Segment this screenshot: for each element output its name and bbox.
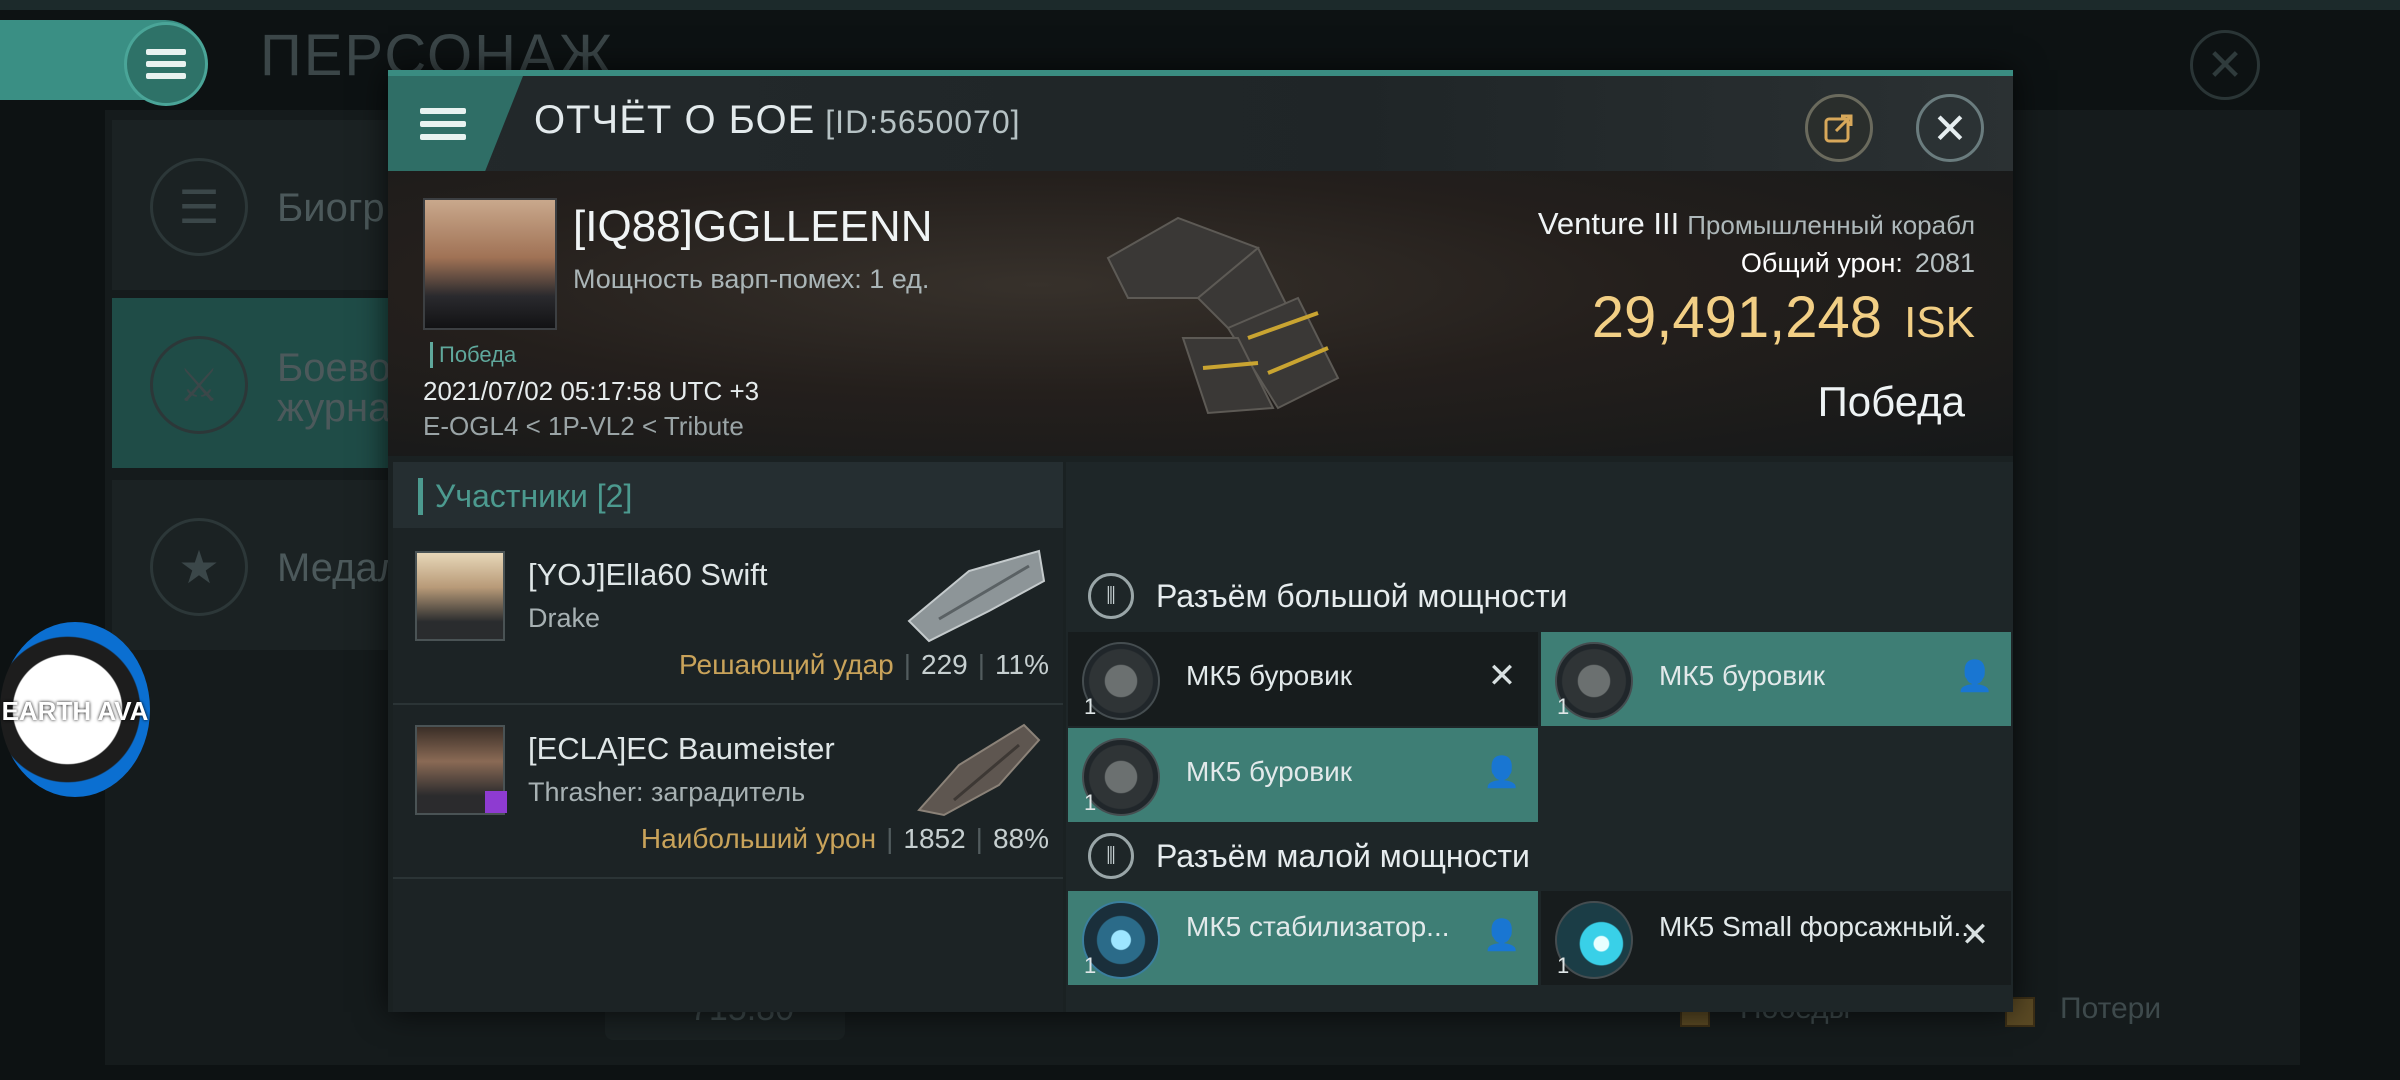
- victim-name[interactable]: [IQ88]GGLLEENN: [573, 202, 932, 252]
- mid-slot-header: ⫼ Разъём малой мощности: [1088, 833, 1530, 879]
- participant-role: Решающий удар: [679, 649, 894, 680]
- hamburger-icon: [146, 49, 186, 79]
- ship-image[interactable]: [1088, 188, 1348, 418]
- module-name: МК5 буровик: [1186, 756, 1353, 787]
- sidebar-item-medals[interactable]: ★ Медал: [112, 480, 401, 650]
- high-slot-icon: ⫼: [1088, 573, 1134, 619]
- ship-name: Venture III Промышленный корабл: [1538, 206, 1975, 242]
- crossed-swords-icon: ⚔: [150, 336, 248, 434]
- destroyed-x-icon: ✕: [1487, 657, 1517, 695]
- report-id: [ID:5650070]: [825, 104, 1021, 140]
- participant-stats: Решающий удар | 229 | 11%: [679, 649, 1049, 680]
- close-button[interactable]: ✕: [1916, 94, 1984, 162]
- participant-ship-image: [907, 549, 1046, 643]
- total-damage-value: 2081: [1914, 248, 1975, 278]
- kill-location: E-OGL4 < 1P-VL2 < Tribute: [423, 411, 744, 441]
- report-title: ОТЧЁТ О БОЕ: [534, 98, 816, 142]
- star-icon: ★: [150, 518, 248, 616]
- sidebar-item-biography[interactable]: ☰ Биогр: [112, 120, 392, 290]
- module-name: МК5 буровик: [1659, 660, 1826, 691]
- participant-name: [ECLA]EC Baumeister: [528, 731, 835, 766]
- participant-ship: Drake: [528, 603, 601, 633]
- ship-type: Venture III: [1537, 206, 1680, 241]
- victory-tag: Победа: [430, 342, 516, 368]
- participant-percent: 11%: [995, 649, 1049, 680]
- participant-avatar[interactable]: [415, 551, 505, 641]
- participants-title: Участники [2]: [418, 478, 632, 515]
- ship-class: Промышленный корабл: [1687, 210, 1975, 240]
- sidebar-item-combat-log[interactable]: ⚔ Боево журна: [112, 298, 392, 468]
- participant-ship-image: [917, 723, 1041, 817]
- participant-damage: 229: [921, 649, 968, 680]
- close-icon: ✕: [1932, 104, 1968, 152]
- share-button[interactable]: [1805, 94, 1873, 162]
- victim-avatar[interactable]: [423, 198, 557, 330]
- module-qty: 1: [1557, 953, 1570, 978]
- participant-damage: 1852: [903, 823, 966, 854]
- hamburger-icon: [420, 107, 466, 140]
- main-menu-button[interactable]: [124, 22, 208, 106]
- result-label: Победа: [1817, 378, 1965, 425]
- corp-badge-icon: [485, 791, 507, 813]
- isk-unit: ISK: [1904, 298, 1975, 347]
- dialog-title: ОТЧЁТ О БОЕ [ID:5650070]: [534, 98, 1021, 143]
- dropped-person-icon: 👤: [1483, 755, 1521, 789]
- globe-badge-text: EARTH AVA: [1, 696, 149, 726]
- module-high-2[interactable]: 1 МК5 буровик 👤: [1541, 632, 2011, 726]
- module-qty: 1: [1557, 694, 1570, 719]
- isk-value: 29,491,248 ISK: [1592, 284, 1975, 351]
- participant-row[interactable]: [ECLA]EC Baumeister Thrasher: заградител…: [393, 705, 1063, 879]
- losses-legend-label: Потери: [2060, 992, 2162, 1025]
- battle-report-dialog: ОТЧЁТ О БОЕ [ID:5650070] ✕ [IQ88]GGLLEENN…: [388, 70, 2013, 1012]
- module-qty: 1: [1084, 953, 1097, 978]
- module-name: МК5 буровик: [1186, 660, 1353, 691]
- high-slot-title: Разъём большой мощности: [1156, 577, 1568, 614]
- share-icon: [1824, 114, 1853, 143]
- participant-percent: 88%: [992, 823, 1049, 854]
- mid-slot-title: Разъём малой мощности: [1156, 837, 1530, 874]
- module-qty: 1: [1084, 694, 1097, 719]
- top-bar: [0, 0, 2400, 10]
- total-damage-label: Общий урон:: [1740, 248, 1903, 278]
- participant-row[interactable]: [YOJ]Ella60 Swift Drake Решающий удар | 22…: [393, 531, 1063, 705]
- module-high-3[interactable]: 1 МК5 буровик 👤: [1068, 728, 1538, 822]
- high-slot-header: ⫼ Разъём большой мощности: [1088, 573, 1568, 619]
- module-qty: 1: [1084, 790, 1097, 815]
- module-name: МК5 стабилизатор...: [1186, 911, 1450, 942]
- module-name: МК5 Small форсажный...: [1659, 911, 1977, 942]
- sidebar-item-label: Медал: [277, 546, 402, 590]
- dropped-person-icon: 👤: [1483, 918, 1521, 952]
- close-icon[interactable]: ✕: [2190, 30, 2260, 100]
- warp-disruption-text: Мощность варп-помех: 1 ед.: [573, 264, 930, 294]
- total-damage: Общий урон: 2081: [1741, 248, 1975, 279]
- module-mid-2[interactable]: 1 МК5 Small форсажный... ✕: [1541, 891, 2011, 985]
- sidebar-item-label: Боево журна: [277, 346, 391, 430]
- module-mid-1[interactable]: 1 МК5 стабилизатор... 👤: [1068, 891, 1538, 985]
- destroyed-x-icon: ✕: [1960, 916, 1990, 954]
- isk-amount: 29,491,248: [1591, 285, 1883, 350]
- sidebar-item-label: Биогр: [277, 186, 385, 230]
- mid-slot-icon: ⫼: [1088, 833, 1134, 879]
- list-icon: ☰: [150, 158, 248, 256]
- participant-ship: Thrasher: заградитель: [528, 777, 806, 807]
- participant-role: Наибольший урон: [640, 823, 877, 854]
- dropped-person-icon: 👤: [1956, 659, 1994, 693]
- participant-name: [YOJ]Ella60 Swift: [528, 557, 768, 592]
- kill-datetime: 2021/07/02 05:17:58 UTC +3: [423, 376, 760, 406]
- participant-stats: Наибольший урон | 1852 | 88%: [640, 823, 1049, 854]
- module-high-1[interactable]: 1 МК5 буровик ✕: [1068, 632, 1538, 726]
